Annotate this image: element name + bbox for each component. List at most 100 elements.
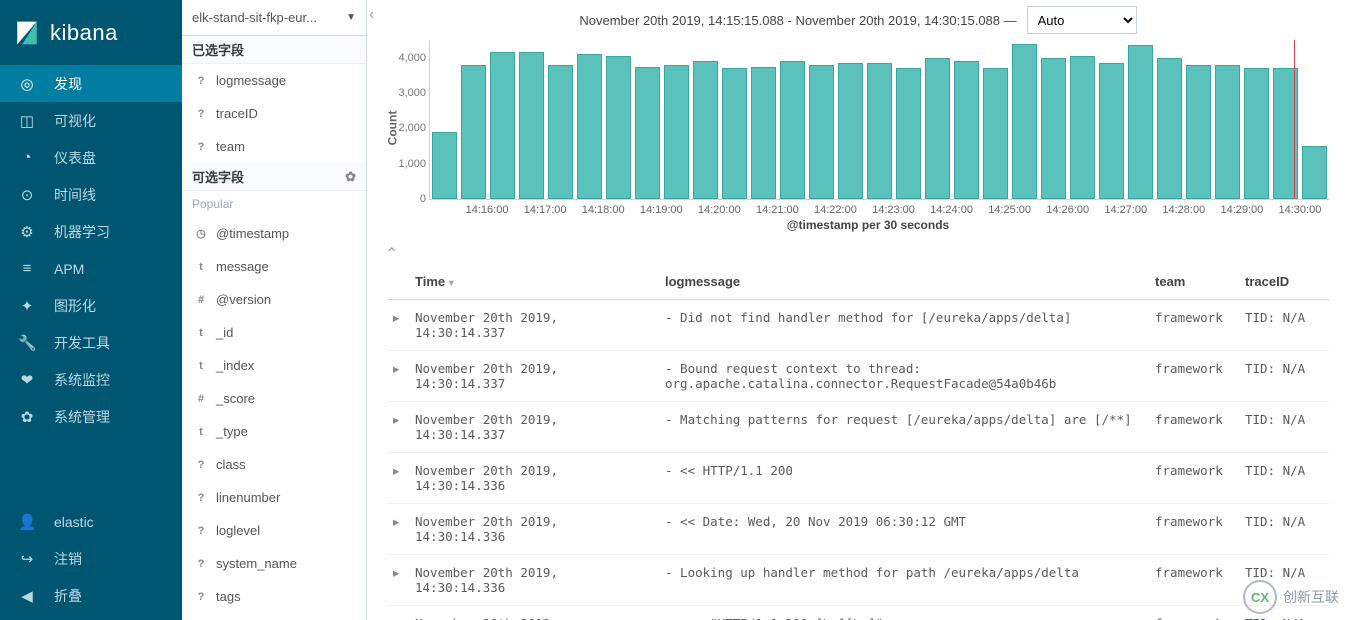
field-loglevel[interactable]: ?loglevel <box>182 514 366 547</box>
bar[interactable] <box>548 65 573 199</box>
nav-item-6[interactable]: ✦ 图形化 <box>0 287 182 324</box>
bar[interactable] <box>490 52 515 199</box>
bar[interactable] <box>1244 68 1269 199</box>
field-@timestamp[interactable]: ◷@timestamp <box>182 217 366 250</box>
interval-select[interactable]: Auto <box>1027 6 1137 34</box>
field-_score[interactable]: #_score <box>182 382 366 415</box>
bar[interactable] <box>664 65 689 199</box>
bar[interactable] <box>954 61 979 199</box>
expand-icon[interactable]: ▸ <box>387 606 409 620</box>
index-pattern-select[interactable]: elk-stand-sit-fkp-eur... ▼ <box>182 0 366 36</box>
field-linenumber[interactable]: ?linenumber <box>182 481 366 514</box>
time-header: November 20th 2019, 14:15:15.088 - Novem… <box>367 0 1349 40</box>
expand-icon[interactable]: ▸ <box>387 504 409 555</box>
nav-icon: 👤 <box>18 513 36 531</box>
field-_index[interactable]: t_index <box>182 349 366 382</box>
cell-team: framework <box>1149 453 1239 504</box>
bar[interactable] <box>577 54 602 199</box>
bar[interactable] <box>1215 65 1240 199</box>
bar[interactable] <box>1157 58 1182 199</box>
nav-bottom-1[interactable]: ↪注销 <box>0 540 182 577</box>
nav-icon: ⚙ <box>18 223 36 241</box>
nav-item-0[interactable]: ◎发现 <box>0 65 182 102</box>
nav-icon: ✦ <box>18 297 36 315</box>
bar[interactable] <box>606 56 631 199</box>
x-tick: 14:29:00 <box>1213 204 1271 216</box>
bar[interactable] <box>1012 44 1037 199</box>
bar[interactable] <box>693 61 718 199</box>
nav-bottom-0[interactable]: 👤elastic <box>0 503 182 540</box>
nav-item-4[interactable]: ⚙机器学习 <box>0 213 182 250</box>
field-tags[interactable]: ?tags <box>182 580 366 613</box>
bar[interactable] <box>838 63 863 199</box>
expand-icon[interactable]: ▸ <box>387 300 409 351</box>
bar[interactable] <box>1070 56 1095 199</box>
col-team[interactable]: team <box>1149 264 1239 300</box>
nav-icon: ✿ <box>18 408 36 426</box>
field-name: _type <box>216 424 248 439</box>
field-logmessage[interactable]: ?logmessage <box>182 64 366 97</box>
brand-text: kibana <box>50 20 118 46</box>
expand-icon[interactable]: ▸ <box>387 453 409 504</box>
nav-item-3[interactable]: ⊙时间线 <box>0 176 182 213</box>
bar[interactable] <box>1302 146 1327 199</box>
field-_id[interactable]: t_id <box>182 316 366 349</box>
bar[interactable] <box>1128 45 1153 199</box>
field-@version[interactable]: #@version <box>182 283 366 316</box>
bar[interactable] <box>519 52 544 199</box>
bar[interactable] <box>432 132 457 199</box>
col-traceid[interactable]: traceID <box>1239 264 1329 300</box>
collapse-chart-icon[interactable]: ⌃ <box>385 244 1349 264</box>
cell-team: framework <box>1149 606 1239 620</box>
field-traceID[interactable]: ?traceID <box>182 97 366 130</box>
nav-item-1[interactable]: ◫可视化 <box>0 102 182 139</box>
y-tick: 4,000 <box>398 52 426 64</box>
bar[interactable] <box>780 61 805 199</box>
field-message[interactable]: tmessage <box>182 250 366 283</box>
field-type-icon: t <box>192 261 210 273</box>
field-team[interactable]: ?team <box>182 130 366 163</box>
nav-item-2[interactable]: ◔仪表盘 <box>0 139 182 176</box>
nav-bottom-2[interactable]: ◀折叠 <box>0 577 182 614</box>
bar[interactable] <box>751 67 776 200</box>
field-class[interactable]: ?class <box>182 448 366 481</box>
expand-icon[interactable]: ▸ <box>387 555 409 606</box>
bar[interactable] <box>983 68 1008 199</box>
nav-label: 系统管理 <box>54 407 110 427</box>
cell-team: framework <box>1149 300 1239 351</box>
bar[interactable] <box>1041 58 1066 199</box>
cell-logmessage: - << "HTTP/1.1 200 [\r][\n]" <box>659 606 1149 620</box>
field-_type[interactable]: t_type <box>182 415 366 448</box>
field-system_name[interactable]: ?system_name <box>182 547 366 580</box>
field-name: loglevel <box>216 523 260 538</box>
x-tick: 14:23:00 <box>864 204 922 216</box>
bar[interactable] <box>809 65 834 199</box>
bar[interactable] <box>635 67 660 200</box>
y-tick: 0 <box>420 193 426 205</box>
cell-team: framework <box>1149 555 1239 606</box>
nav-item-7[interactable]: 🔧开发工具 <box>0 324 182 361</box>
bar[interactable] <box>1186 65 1211 199</box>
nav-item-9[interactable]: ✿ 系统管理 <box>0 398 182 435</box>
field-type-icon: ? <box>192 141 210 153</box>
bar[interactable] <box>925 58 950 199</box>
collapse-sidebar-icon[interactable]: ‹ <box>369 6 374 24</box>
gear-icon[interactable]: ✿ <box>345 169 356 185</box>
expand-icon[interactable]: ▸ <box>387 351 409 402</box>
col-logmessage[interactable]: logmessage <box>659 264 1149 300</box>
bar[interactable] <box>722 68 747 199</box>
expand-icon[interactable]: ▸ <box>387 402 409 453</box>
bar[interactable] <box>867 63 892 199</box>
x-tick: 14:22:00 <box>806 204 864 216</box>
sort-desc-icon: ▾ <box>449 278 454 289</box>
col-time[interactable]: Time ▾ <box>409 264 659 300</box>
nav-item-8[interactable]: ❤系统监控 <box>0 361 182 398</box>
table-row: ▸November 20th 2019, 14:30:14.337- Bound… <box>387 351 1329 402</box>
nav-label: 图形化 <box>54 296 96 316</box>
bar[interactable] <box>896 68 921 199</box>
brand[interactable]: kibana <box>0 0 182 65</box>
bar[interactable] <box>1099 63 1124 199</box>
field-name: traceID <box>216 106 258 121</box>
nav-item-5[interactable]: ≡APM <box>0 250 182 287</box>
bar[interactable] <box>461 65 486 199</box>
